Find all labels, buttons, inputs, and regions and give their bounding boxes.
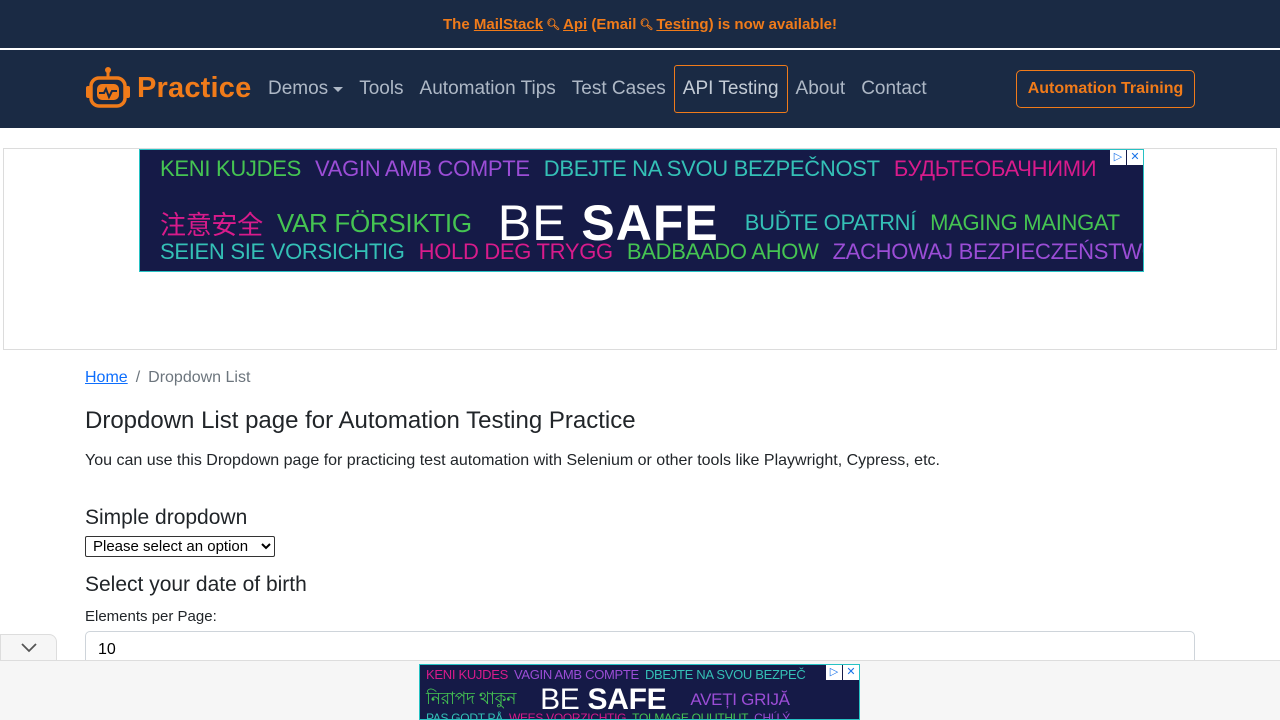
announcement-suffix: is now available! — [717, 15, 837, 33]
ad-text: БУДЬТЕОБАЧНИМИ — [893, 156, 1097, 181]
mailstack-link[interactable]: MailStack — [474, 16, 543, 33]
bottom-be-safe-ad[interactable]: KENI KUJDES VAGIN AMB COMPTE DBEJTE NA S… — [419, 664, 860, 720]
ad-controls: ▷ ✕ — [1110, 150, 1143, 165]
testing-link[interactable]: Testing) — [656, 16, 713, 33]
ad-text: HOLD DEG TRYGG — [418, 239, 614, 264]
breadcrumb-home-link[interactable]: Home — [85, 369, 128, 387]
announcement-prefix: The — [443, 15, 470, 33]
nav-contact[interactable]: Contact — [853, 65, 934, 113]
ad-text: 注意安全 — [160, 209, 263, 240]
ad-text: WEES VOORZICHTIG — [508, 711, 627, 720]
close-icon[interactable]: ✕ — [1127, 150, 1143, 165]
nav-test-cases[interactable]: Test Cases — [564, 65, 674, 113]
dob-heading: Select your date of birth — [85, 573, 307, 596]
adchoices-icon[interactable]: ▷ — [1110, 150, 1126, 165]
announcement-banner: The MailStack 🔍︎ Api (Email 🔍︎ Testing) is n… — [0, 0, 1280, 48]
main-navbar: Practice Demos Tools Automation Tips Tes… — [0, 50, 1280, 128]
ad-text: SEIEN SIE VORSICHTIG — [160, 239, 405, 264]
robot-logo-icon — [85, 66, 131, 110]
nav-links: Demos Tools Automation Tips Test Cases A… — [260, 65, 935, 113]
brand-name: Practice — [137, 71, 252, 104]
search-icon: 🔍︎ — [639, 18, 654, 31]
breadcrumb-separator: / — [135, 369, 141, 386]
ad-text: TOLMAGE OUUTHUT — [632, 711, 749, 720]
ad-text: ZACHOWAJ BEZPIECZEŃSTWO — [832, 239, 1144, 264]
main-content: Home / Dropdown List Dropdown List page … — [85, 366, 1195, 669]
nav-demos-label: Demos — [268, 78, 329, 99]
be-safe-ad[interactable]: KENI KUJDES VAGIN AMB COMPTE DBEJTE NA S… — [139, 149, 1144, 272]
ad-controls: ▷ ✕ — [826, 665, 859, 680]
simple-dropdown-select[interactable]: Please select an option — [85, 536, 275, 557]
ad-text: AVEȚI GRIJĂ — [690, 690, 790, 709]
ad-text: KENI KUJDES — [160, 156, 301, 181]
ad-row-3: PAS GODT PÅ WEES VOORZICHTIG TOLMAGE OUU… — [426, 711, 790, 720]
ad-row-3: SEIEN SIE VORSICHTIG HOLD DEG TRYGG BADB… — [160, 239, 1144, 265]
ad-text: DBEJTE NA SVOU BEZPEČ — [644, 667, 806, 682]
ad-text: VAGIN AMB COMPTE — [513, 667, 639, 682]
ad-text: BUĎTE OPATRNÍ — [744, 210, 917, 235]
ad-text: KENI KUJDES — [426, 667, 508, 682]
ad-text: নিরাপদ থাকুন — [426, 689, 517, 708]
collapse-ad-button[interactable] — [0, 634, 57, 661]
announcement-middle: (Email — [591, 15, 637, 33]
adchoices-icon[interactable]: ▷ — [826, 665, 842, 680]
ad-row-1: KENI KUJDES VAGIN AMB COMPTE DBEJTE NA S… — [426, 667, 806, 682]
close-icon[interactable]: ✕ — [843, 665, 859, 680]
nav-automation-tips[interactable]: Automation Tips — [412, 65, 564, 113]
page-intro: You can use this Dropdown page for pract… — [85, 452, 940, 469]
ad-text: MAGING MAINGAT — [930, 210, 1120, 235]
nav-tools[interactable]: Tools — [351, 65, 411, 113]
ad-text: PAS GODT PÅ — [426, 711, 503, 720]
search-icon: 🔍︎ — [546, 18, 561, 31]
api-link[interactable]: Api — [563, 16, 587, 33]
ad-text: VAR FÖRSIKTIG — [276, 207, 472, 238]
breadcrumb: Home / Dropdown List — [85, 366, 1195, 390]
nav-about[interactable]: About — [788, 65, 854, 113]
automation-training-button[interactable]: Automation Training — [1016, 70, 1195, 108]
breadcrumb-current: Dropdown List — [148, 369, 251, 386]
page-title: Dropdown List page for Automation Testin… — [85, 407, 636, 434]
nav-api-testing[interactable]: API Testing — [673, 65, 788, 113]
ad-text: DBEJTE NA SVOU BEZPEČNOST — [543, 156, 880, 181]
ad-text: BADBAADO AHOW — [626, 239, 819, 264]
ad-container: KENI KUJDES VAGIN AMB COMPTE DBEJTE NA S… — [3, 148, 1277, 350]
chevron-down-icon — [20, 643, 37, 653]
ad-row-1: KENI KUJDES VAGIN AMB COMPTE DBEJTE NA S… — [160, 156, 1097, 182]
nav-demos[interactable]: Demos — [260, 65, 351, 113]
brand-link[interactable]: Practice — [85, 66, 251, 110]
caret-down-icon — [333, 86, 344, 92]
ad-text: VAGIN AMB COMPTE — [314, 156, 530, 181]
simple-dropdown-heading: Simple dropdown — [85, 506, 248, 529]
ad-text: CHÚ Ý — [754, 711, 790, 720]
elements-per-page-label: Elements per Page: — [85, 608, 217, 625]
